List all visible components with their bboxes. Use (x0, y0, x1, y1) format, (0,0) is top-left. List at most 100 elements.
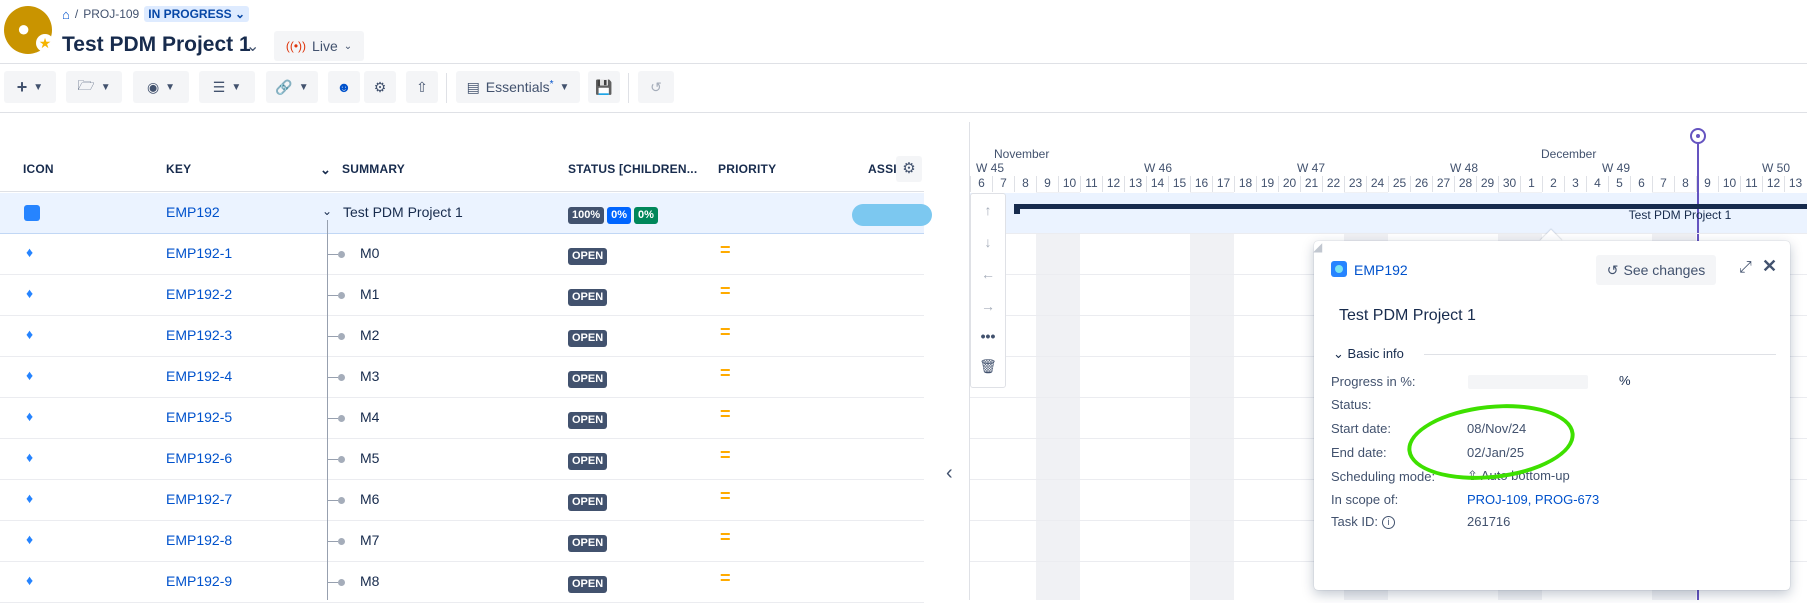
table-row[interactable]: ♦ EMP192-7 M6 OPEN = (0, 480, 924, 521)
collapse-panel-chevron-left-icon[interactable]: ‹ (946, 462, 953, 485)
issue-summary[interactable]: Test PDM Project 1 (343, 204, 463, 220)
issue-key[interactable]: EMP192-2 (166, 286, 232, 302)
basic-info-section-toggle[interactable]: ⌄ Basic info (1333, 346, 1404, 362)
indent-icon[interactable]: → (971, 298, 1005, 314)
info-icon[interactable]: i (1381, 516, 1395, 530)
column-header-status[interactable]: STATUS [CHILDREN... (568, 162, 697, 176)
column-header-summary[interactable]: SUMMARY (342, 162, 405, 176)
issue-key[interactable]: EMP192-9 (166, 573, 232, 589)
issue-summary[interactable]: M4 (360, 409, 379, 425)
table-row[interactable]: ♦ EMP192-1 M0 OPEN = (0, 234, 924, 275)
table-row[interactable]: ♦ EMP192-8 M7 OPEN = (0, 521, 924, 562)
issue-key[interactable]: EMP192-3 (166, 327, 232, 343)
issue-summary[interactable]: M8 (360, 573, 379, 589)
issue-key[interactable]: EMP192-7 (166, 491, 232, 507)
in-scope-label: In scope of: (1331, 492, 1399, 507)
tree-connector (328, 500, 338, 501)
view-menu-button[interactable]: ◉ ▼ (133, 71, 189, 103)
issue-key[interactable]: EMP192-4 (166, 368, 232, 384)
move-down-icon[interactable]: ↓ (971, 234, 1005, 250)
gantt-weekend-band (1190, 192, 1234, 600)
priority-medium-icon: = (720, 240, 731, 260)
team-button[interactable]: ☻ (328, 71, 360, 103)
toolbar-divider (446, 73, 447, 103)
column-header-priority[interactable]: PRIORITY (718, 162, 776, 176)
issue-summary[interactable]: M2 (360, 327, 379, 343)
tree-connector (328, 377, 338, 378)
table-row[interactable]: ♦ EMP192-3 M2 OPEN = (0, 316, 924, 357)
column-header-key[interactable]: KEY (166, 162, 191, 176)
chevron-down-icon: ▼ (559, 81, 570, 93)
toolbar-divider (628, 73, 629, 103)
undo-button[interactable]: ↺ (638, 71, 674, 103)
export-button[interactable]: ⇧ (406, 71, 438, 103)
trash-icon[interactable]: 🗑 (971, 358, 1005, 375)
outdent-icon[interactable]: ← (971, 266, 1005, 282)
chevron-down-icon: ▼ (165, 81, 176, 93)
chevron-down-icon[interactable]: ⌄ (246, 36, 259, 56)
breadcrumb-project-key[interactable]: PROJ-109 (83, 7, 139, 21)
priority-medium-icon: = (720, 363, 731, 383)
issue-key[interactable]: EMP192-8 (166, 532, 232, 548)
gantt-day-label: 20 (1278, 176, 1300, 192)
issue-key[interactable]: EMP192-6 (166, 450, 232, 466)
popup-issue-key[interactable]: EMP192 (1354, 262, 1408, 278)
settings-button[interactable]: ⚙ (364, 71, 396, 103)
milestone-icon: ♦ (26, 572, 34, 588)
layout-menu-button[interactable]: ☰ ▼ (199, 71, 255, 103)
issue-summary[interactable]: M7 (360, 532, 379, 548)
table-row[interactable]: ♦ EMP192-4 M3 OPEN = (0, 357, 924, 398)
issue-key[interactable]: EMP192 (166, 204, 220, 220)
close-icon[interactable]: ✕ (1762, 256, 1777, 277)
priority-medium-icon: = (720, 486, 731, 506)
more-icon[interactable]: ••• (971, 328, 1005, 344)
gantt-day-label: 9 (1696, 176, 1718, 192)
chevron-down-icon: ▼ (33, 81, 44, 93)
issue-summary[interactable]: M0 (360, 245, 379, 261)
table-row[interactable]: ♦ EMP192-5 M4 OPEN = (0, 398, 924, 439)
status-dropdown[interactable]: IN PROGRESS ⌄ (144, 6, 249, 22)
today-marker-icon[interactable] (1690, 128, 1706, 144)
task-id-label: Task ID: i (1331, 514, 1395, 530)
table-row[interactable]: ♦ EMP192-9 M8 OPEN = (0, 562, 924, 603)
save-view-button[interactable]: 💾 (588, 71, 620, 103)
priority-medium-icon: = (720, 568, 731, 588)
issue-key[interactable]: EMP192-5 (166, 409, 232, 425)
expand-icon[interactable]: ⤢ (1739, 259, 1752, 277)
resize-handle-icon[interactable]: ◢ (1313, 240, 1322, 254)
move-up-icon[interactable]: ↑ (971, 202, 1005, 218)
add-button[interactable]: + ▼ (4, 71, 56, 103)
view-select-label: Essentials* (485, 79, 554, 95)
milestone-icon: ♦ (26, 244, 34, 260)
list-icon: ☰ (212, 78, 226, 95)
table-row[interactable]: ♦ EMP192-6 M5 OPEN = (0, 439, 924, 480)
issue-summary[interactable]: M1 (360, 286, 379, 302)
column-settings-gear-icon[interactable]: ⚙ (896, 156, 922, 182)
table-header: ICON KEY ⌄ SUMMARY STATUS [CHILDREN... P… (0, 150, 924, 192)
column-header-icon[interactable]: ICON (23, 162, 54, 176)
progress-label: Progress in %: (1331, 374, 1416, 389)
view-select-button[interactable]: ▤ Essentials* ▼ (456, 71, 580, 103)
gantt-day-label: 6 (970, 176, 992, 192)
gantt-week-label: W 46 (1144, 161, 1173, 175)
live-mode-button[interactable]: ((•)) Live ⌄ (274, 31, 364, 61)
priority-medium-icon: = (720, 445, 731, 465)
folder-menu-button[interactable]: 🗁 ▼ (66, 71, 122, 103)
table-row-parent[interactable]: EMP192 ⌄ Test PDM Project 1 100% 0% 0% (0, 193, 924, 234)
link-menu-button[interactable]: 🔗 ▼ (266, 71, 318, 103)
popup-title: Test PDM Project 1 (1339, 307, 1476, 324)
chevron-down-icon[interactable]: ⌄ (320, 162, 331, 178)
home-icon[interactable]: ⌂ (62, 7, 70, 22)
project-avatar[interactable]: ● ★ (4, 6, 54, 54)
progress-input[interactable] (1468, 375, 1588, 389)
see-changes-button[interactable]: ↺ See changes (1596, 255, 1716, 285)
issue-summary[interactable]: M6 (360, 491, 379, 507)
issue-summary[interactable]: M3 (360, 368, 379, 384)
plus-icon: + (16, 76, 28, 97)
in-scope-value[interactable]: PROJ-109, PROG-673 (1467, 492, 1599, 507)
issue-key[interactable]: EMP192-1 (166, 245, 232, 261)
table-row[interactable]: ♦ EMP192-2 M1 OPEN = (0, 275, 924, 316)
issue-summary[interactable]: M5 (360, 450, 379, 466)
gantt-month-label: November (994, 147, 1050, 161)
chevron-down-icon[interactable]: ⌄ (322, 204, 332, 218)
